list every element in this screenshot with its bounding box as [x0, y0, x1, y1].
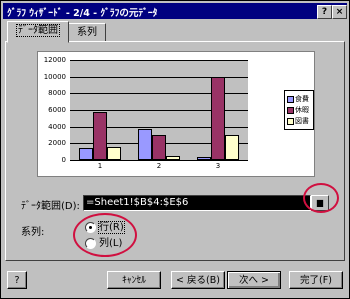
legend-swatch [287, 95, 294, 103]
y-tick-label: 4000 [48, 123, 66, 131]
x-tick-label: 1 [97, 162, 103, 170]
chart-legend: 食費 休暇 図書 [284, 90, 314, 130]
tab-series-label: 系列 [77, 27, 97, 38]
help-icon[interactable]: ? [317, 5, 332, 19]
bar [93, 112, 107, 160]
y-tick-label: 10000 [43, 73, 66, 81]
tab-series[interactable]: 系列 [68, 23, 106, 42]
next-button[interactable]: 次へ > [227, 271, 281, 289]
window-title: ｸﾞﾗﾌ ｳｨｻﾞｰﾄﾞ - 2/4 - ｸﾞﾗﾌの元ﾃﾞｰﾀ [7, 8, 158, 19]
bar [166, 156, 180, 160]
y-tick-label: 0 [61, 156, 66, 164]
gridline [70, 160, 248, 161]
back-button[interactable]: < 戻る(B) [171, 271, 225, 289]
legend-swatch [287, 106, 294, 114]
plot-area [70, 60, 248, 161]
tab-data-range[interactable]: ﾃﾞｰﾀ範囲 [7, 21, 69, 43]
bar [225, 135, 239, 160]
title-bar: ｸﾞﾗﾌ ｳｨｻﾞｰﾄﾞ - 2/4 - ｸﾞﾗﾌの元ﾃﾞｰﾀ ? × [3, 3, 347, 19]
bar [107, 147, 121, 160]
bar [138, 129, 152, 160]
bar [211, 77, 225, 160]
data-range-input[interactable]: =Sheet1!$B$4:$E$6 [83, 195, 311, 211]
legend-label: 食費 [295, 95, 309, 103]
y-tick-label: 6000 [48, 106, 66, 114]
series-in-label: 系列: [21, 227, 45, 238]
bar [152, 135, 166, 160]
data-range-label: ﾃﾞｰﾀ範囲(D): [21, 201, 80, 212]
legend-item: 食費 [287, 94, 309, 103]
close-icon[interactable]: × [332, 5, 347, 19]
finish-button[interactable]: 完了(F) [289, 271, 343, 289]
y-tick-label: 12000 [43, 56, 66, 64]
legend-item: 休暇 [287, 105, 309, 114]
x-tick-label: 3 [215, 162, 221, 170]
chart-preview: 食費休暇図書 0 2000 4000 6000 8000 10000 12000 1 2 3 [37, 51, 315, 177]
bar [197, 157, 211, 160]
cancel-button[interactable]: ｷｬﾝｾﾙ [107, 271, 161, 289]
legend-label: 図書 [295, 117, 309, 125]
gridline [70, 60, 248, 61]
legend-swatch [287, 117, 294, 125]
legend-item: 図書 [287, 116, 309, 125]
bar [79, 148, 93, 160]
help-button[interactable]: ? [7, 271, 27, 289]
legend-label: 休暇 [295, 106, 309, 114]
highlight-circle [73, 213, 137, 257]
highlight-circle [303, 183, 339, 213]
chart-wizard-dialog: ｸﾞﾗﾌ ｳｨｻﾞｰﾄﾞ - 2/4 - ｸﾞﾗﾌの元ﾃﾞｰﾀ ? × ﾃﾞｰﾀ… [0, 0, 350, 299]
y-tick-label: 8000 [48, 89, 66, 97]
tab-data-range-label: ﾃﾞｰﾀ範囲 [16, 24, 60, 37]
x-tick-label: 2 [156, 162, 162, 170]
y-tick-label: 2000 [48, 139, 66, 147]
